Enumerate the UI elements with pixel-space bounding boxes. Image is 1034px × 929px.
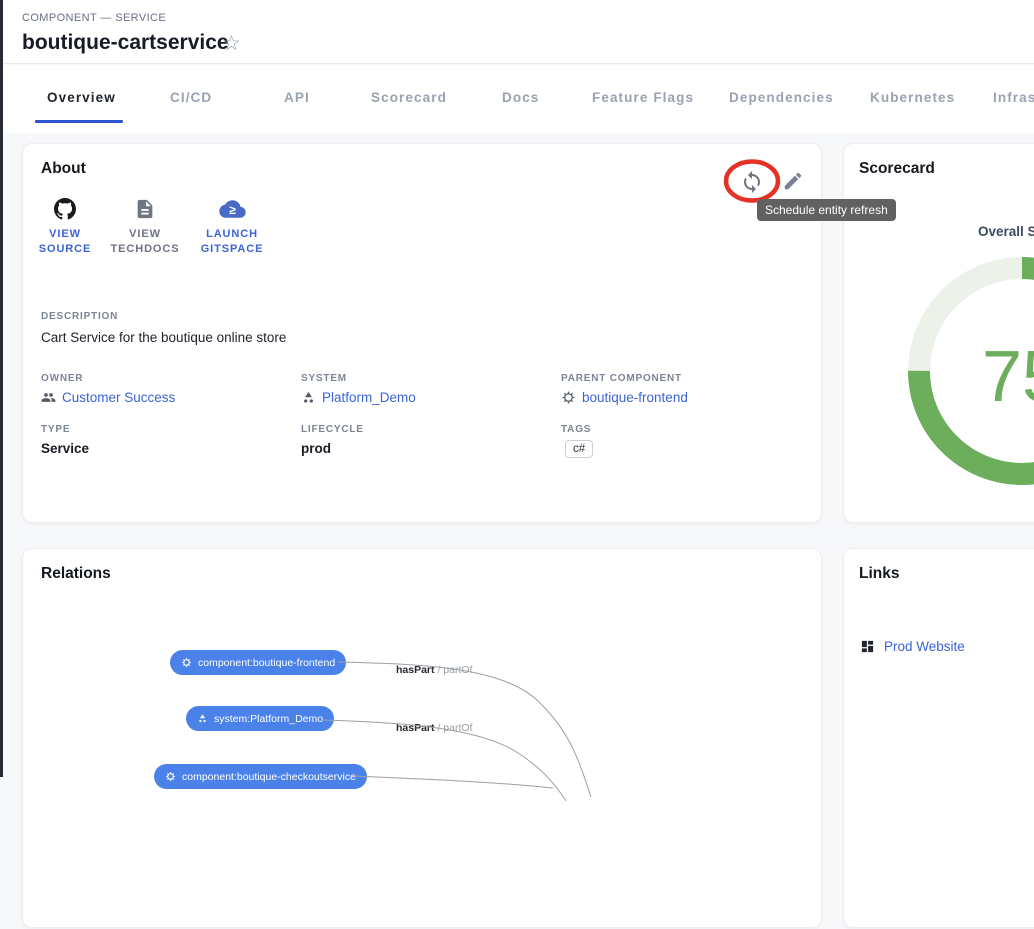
parent-component-label: PARENT COMPONENT <box>561 373 682 384</box>
component-icon <box>561 390 576 405</box>
component-icon <box>181 657 192 668</box>
graph-node-platform-demo[interactable]: system:Platform_Demo <box>186 706 334 731</box>
system-icon <box>197 713 208 724</box>
github-icon <box>27 194 103 220</box>
edit-pencil-icon <box>782 170 804 192</box>
active-tab-indicator <box>35 120 123 123</box>
tag-chip[interactable]: c# <box>565 440 593 458</box>
launch-gitspace-label: LAUNCH GITSPACE <box>189 227 275 257</box>
scorecard-title: Scorecard <box>859 160 935 178</box>
system-link[interactable]: Platform_Demo <box>301 390 416 405</box>
tab-cicd[interactable]: CI/CD <box>170 90 212 105</box>
tab-overview[interactable]: Overview <box>47 90 116 105</box>
tab-scorecard[interactable]: Scorecard <box>371 90 447 105</box>
parent-component-value: boutique-frontend <box>582 390 688 405</box>
launch-gitspace-button[interactable]: ≥ LAUNCH GITSPACE <box>189 194 275 257</box>
parent-component-link[interactable]: boutique-frontend <box>561 390 688 405</box>
favorite-star-icon[interactable]: ☆ <box>222 33 241 54</box>
type-label: TYPE <box>41 424 70 435</box>
lifecycle-label: LIFECYCLE <box>301 424 364 435</box>
links-title: Links <box>859 565 899 583</box>
system-label: SYSTEM <box>301 373 347 384</box>
tab-dependencies[interactable]: Dependencies <box>729 90 834 105</box>
view-source-label: VIEW SOURCE <box>27 227 103 257</box>
svg-text:≥: ≥ <box>229 203 236 217</box>
edge-label: hasPart / partOf <box>396 722 472 734</box>
techdocs-icon <box>103 194 187 220</box>
type-value: Service <box>41 441 89 456</box>
about-title: About <box>41 160 86 178</box>
edge-label: hasPart / partOf <box>396 664 472 676</box>
page-title: boutique-cartservice <box>22 31 229 55</box>
entity-kind-label: COMPONENT — SERVICE <box>22 12 166 24</box>
entity-header: COMPONENT — SERVICE boutique-cartservice… <box>3 0 1034 64</box>
node-label: component:boutique-frontend <box>198 657 335 669</box>
lifecycle-value: prod <box>301 441 331 456</box>
tab-docs[interactable]: Docs <box>502 90 539 105</box>
description-value: Cart Service for the boutique online sto… <box>41 330 286 345</box>
owner-link[interactable]: Customer Success <box>41 390 175 405</box>
tooltip-schedule-entity-refresh: Schedule entity refresh <box>757 199 896 221</box>
group-icon <box>41 390 56 405</box>
entity-tabbar: Overview CI/CD API Scorecard Docs Featur… <box>3 65 1034 133</box>
relations-graph: hasPart / partOf hasPart / partOf compon… <box>23 549 823 929</box>
tags-label: TAGS <box>561 424 591 435</box>
relations-card: Relations hasPart / partOf hasPart / par… <box>22 548 822 928</box>
description-label: DESCRIPTION <box>41 311 118 322</box>
tab-infrastructure[interactable]: Infrastructure <box>993 90 1034 105</box>
tab-feature-flags[interactable]: Feature Flags <box>592 90 694 105</box>
graph-node-boutique-frontend[interactable]: component:boutique-frontend <box>170 650 346 675</box>
owner-value: Customer Success <box>62 390 175 405</box>
owner-label: OWNER <box>41 373 83 384</box>
gitspace-cloud-icon: ≥ <box>189 194 275 220</box>
dashboard-icon <box>860 639 875 654</box>
prod-website-link[interactable]: Prod Website <box>860 639 965 654</box>
score-value: 75 <box>902 340 1034 414</box>
refresh-icon <box>740 170 764 194</box>
view-source-button[interactable]: VIEW SOURCE <box>27 194 103 257</box>
refresh-button[interactable] <box>740 170 764 194</box>
link-label: Prod Website <box>884 639 965 654</box>
view-techdocs-button[interactable]: VIEW TECHDOCS <box>103 194 187 257</box>
edit-button[interactable] <box>782 170 806 194</box>
collapsed-sidebar-edge <box>0 0 3 777</box>
relation-edges <box>23 549 823 929</box>
about-card: About VIEW SOURCE VIEW TECHDOCS ≥ LAUNCH… <box>22 143 822 523</box>
tab-kubernetes[interactable]: Kubernetes <box>870 90 955 105</box>
overall-score-label: Overall Score <box>978 224 1034 239</box>
tab-api[interactable]: API <box>284 90 310 105</box>
links-card: Links Prod Website <box>843 548 1034 928</box>
view-techdocs-label: VIEW TECHDOCS <box>103 227 187 257</box>
system-icon <box>301 390 316 405</box>
system-value: Platform_Demo <box>322 390 416 405</box>
node-label: system:Platform_Demo <box>214 713 323 725</box>
